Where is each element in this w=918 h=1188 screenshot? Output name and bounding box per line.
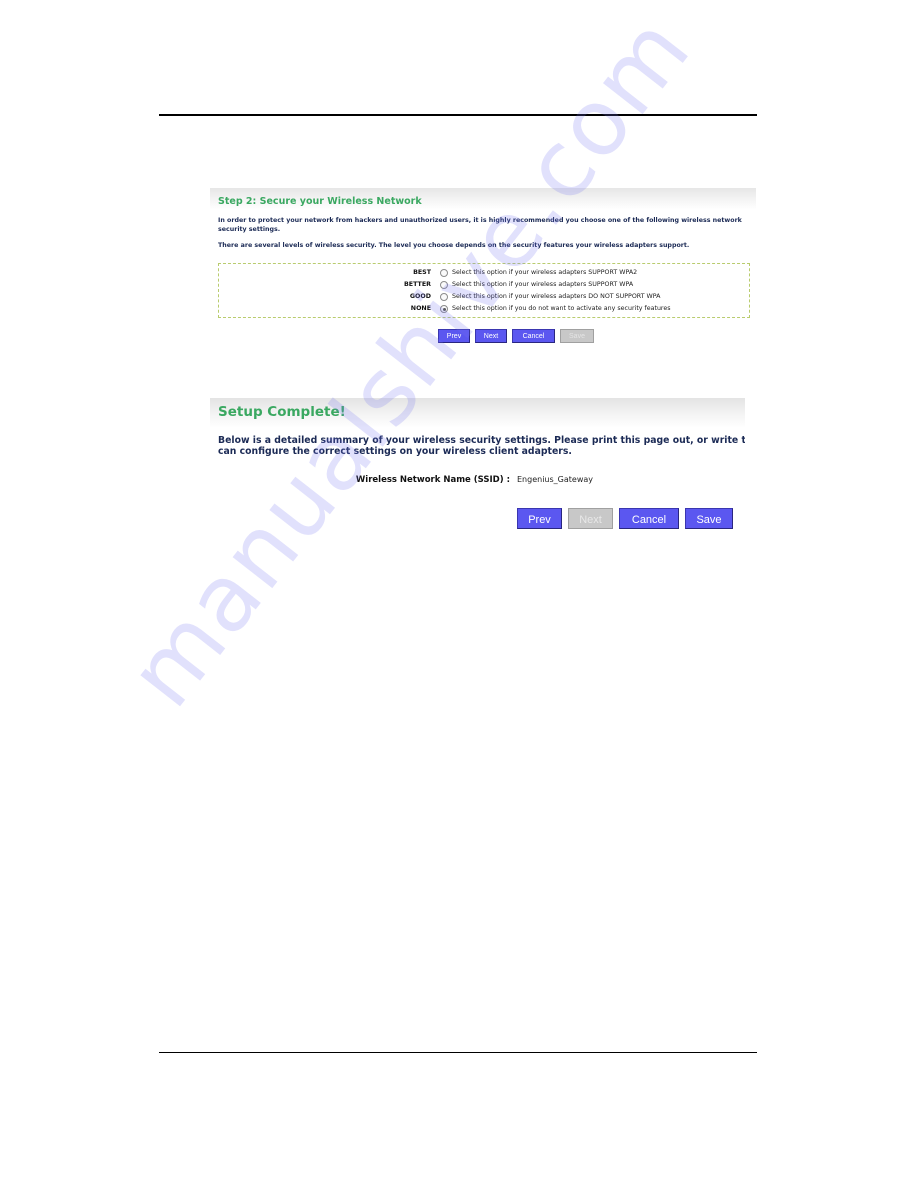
ssid-value: Engenius_Gateway [517,475,593,484]
complete-header: Setup Complete! [210,398,745,428]
prev-button[interactable]: Prev [438,329,470,343]
option-text: Select this option if your wireless adap… [452,281,634,288]
security-options-box: BEST Select this option if your wireless… [218,263,750,318]
step2-levels-note: There are several levels of wireless sec… [218,242,690,249]
complete-button-row: Prev Next Cancel Save [517,508,733,529]
step2-header: Step 2: Secure your Wireless Network [210,188,756,210]
summary-line-2: can configure the correct settings on yo… [218,446,572,457]
option-text: Select this option if you do not want to… [452,305,671,312]
step2-button-row: Prev Next Cancel Save [438,329,594,343]
summary-line-1: Below is a detailed summary of your wire… [218,435,745,446]
radio-good[interactable] [440,293,448,301]
ssid-row: Wireless Network Name (SSID) : Engenius_… [210,475,745,489]
ssid-label: Wireless Network Name (SSID) : [355,475,510,485]
option-label: NONE [410,305,431,312]
radio-best[interactable] [440,269,448,277]
next-button[interactable]: Next [568,508,613,529]
footer-rule [159,1052,757,1053]
radio-none[interactable] [440,305,448,313]
radio-better[interactable] [440,281,448,289]
watermark: manualshive.com [107,0,712,727]
save-button[interactable]: Save [685,508,733,529]
option-label: BEST [413,269,431,276]
complete-summary: Below is a detailed summary of your wire… [210,435,745,457]
step2-title: Step 2: Secure your Wireless Network [218,196,422,207]
next-button[interactable]: Next [475,329,507,343]
option-better[interactable]: BETTER Select this option if your wirele… [219,279,749,291]
cancel-button[interactable]: Cancel [512,329,555,343]
option-none[interactable]: NONE Select this option if you do not wa… [219,303,749,315]
option-label: BETTER [404,281,431,288]
option-label: GOOD [409,293,431,300]
complete-title: Setup Complete! [218,404,346,420]
option-text: Select this option if your wireless adap… [452,269,638,276]
setup-complete-panel: Setup Complete! Below is a detailed summ… [210,398,745,538]
step2-intro: In order to protect your network from ha… [218,217,742,233]
header-rule [159,114,757,116]
prev-button[interactable]: Prev [517,508,562,529]
option-best[interactable]: BEST Select this option if your wireless… [219,267,749,279]
option-text: Select this option if your wireless adap… [452,293,661,300]
save-button[interactable]: Save [560,329,594,343]
step2-security-panel: Step 2: Secure your Wireless Network In … [210,188,756,348]
cancel-button[interactable]: Cancel [619,508,679,529]
option-good[interactable]: GOOD Select this option if your wireless… [219,291,749,303]
